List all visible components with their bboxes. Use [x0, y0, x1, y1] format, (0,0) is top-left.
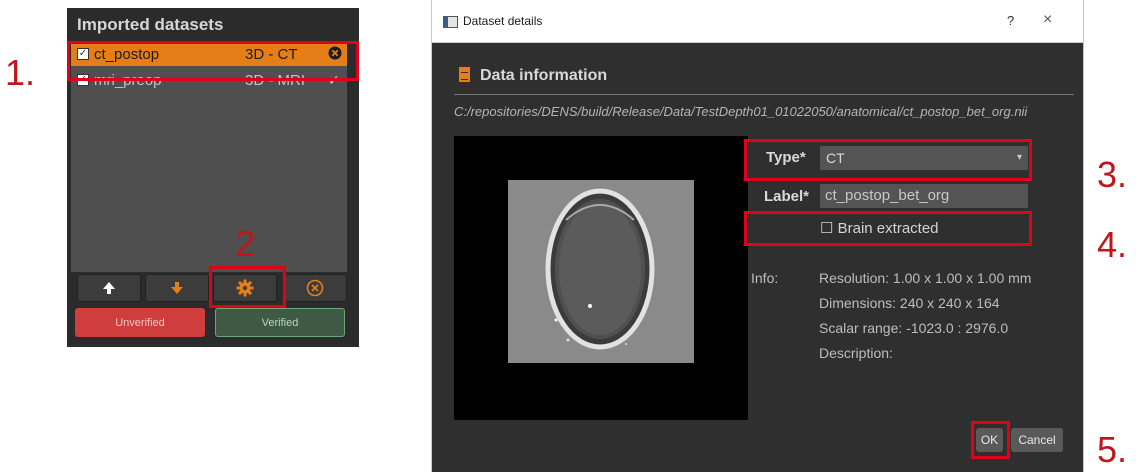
document-icon — [459, 67, 470, 82]
step-marker-2: 2 — [235, 223, 256, 264]
verified-button[interactable]: Verified — [215, 308, 345, 337]
cancel-button[interactable]: Cancel — [1011, 428, 1063, 452]
info-description: Description: — [819, 345, 893, 361]
step-marker-1: 1. — [5, 52, 36, 93]
step-marker-5: 5. — [1097, 429, 1128, 470]
step-marker-3: 3. — [1097, 154, 1128, 195]
image-viewer[interactable] — [454, 136, 748, 420]
unverified-button[interactable]: Unverified — [75, 308, 205, 337]
highlight-box-ok — [971, 421, 1010, 459]
info-dimensions: Dimensions: 240 x 240 x 164 — [819, 295, 1000, 311]
close-circle-icon — [306, 279, 324, 297]
info-label: Info: — [751, 270, 779, 286]
label-input[interactable]: ct_postop_bet_org — [820, 184, 1028, 208]
dialog-title: Dataset details — [463, 14, 543, 28]
highlight-box-settings — [209, 266, 286, 308]
close-button[interactable]: × — [1043, 11, 1052, 29]
divider — [454, 94, 1074, 95]
ct-slice-image — [508, 180, 694, 363]
file-path: C:/repositories/DENS/build/Release/Data/… — [454, 104, 1028, 119]
arrow-up-icon — [103, 282, 115, 294]
help-button[interactable]: ? — [1007, 13, 1014, 28]
info-scalar-range: Scalar range: -1023.0 : 2976.0 — [819, 320, 1009, 336]
remove-button[interactable] — [283, 274, 347, 302]
window-icon — [443, 16, 458, 28]
move-up-button[interactable] — [77, 274, 141, 302]
step-marker-4: 4. — [1097, 224, 1128, 265]
panel-title: Imported datasets — [77, 15, 224, 34]
label-label: Label* — [764, 188, 810, 205]
highlight-box-brain — [744, 211, 1032, 246]
move-down-button[interactable] — [145, 274, 209, 302]
arrow-down-icon — [171, 282, 183, 294]
dialog-titlebar: Dataset details ? × — [432, 0, 1083, 43]
section-title: Data information — [480, 67, 608, 84]
info-resolution: Resolution: 1.00 x 1.00 x 1.00 mm — [819, 270, 1032, 286]
highlight-box-dataset — [67, 41, 359, 81]
highlight-box-type — [744, 139, 1032, 181]
